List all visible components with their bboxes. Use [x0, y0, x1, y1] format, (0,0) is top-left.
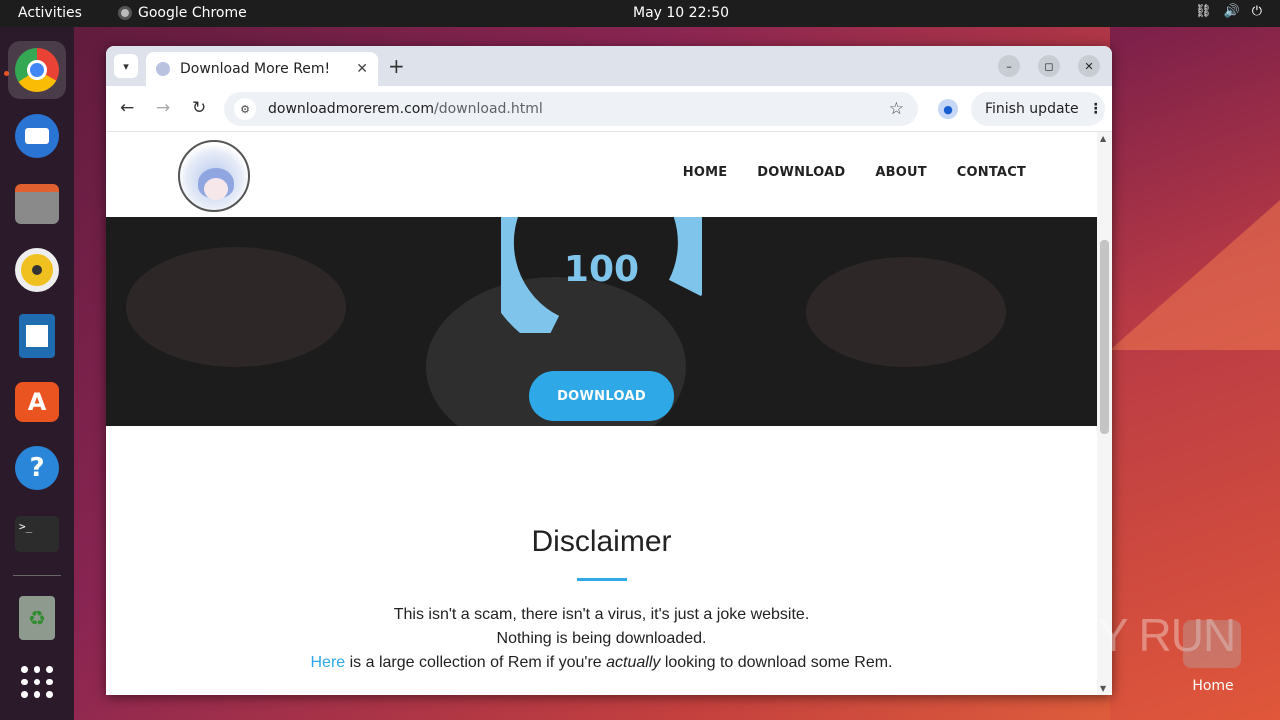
nav-contact[interactable]: CONTACT — [957, 165, 1026, 180]
site-header: HOME DOWNLOAD ABOUT CONTACT — [106, 132, 1097, 217]
forward-button[interactable]: → — [156, 98, 170, 118]
terminal-icon: >_ — [15, 516, 59, 552]
app-menu[interactable]: Google Chrome — [118, 5, 247, 21]
home-folder-label[interactable]: Home — [1184, 678, 1242, 694]
title-underline — [577, 578, 627, 581]
nav-download[interactable]: DOWNLOAD — [757, 165, 845, 180]
disclaimer-text-a: is a large collection of Rem if you're — [345, 654, 607, 671]
disclaimer-text: This isn't a scam, there isn't a virus, … — [106, 603, 1097, 675]
nav-about[interactable]: ABOUT — [875, 165, 926, 180]
gauge-value: 100 — [563, 249, 640, 290]
close-window-button[interactable]: ✕ — [1078, 55, 1100, 77]
dock-show-apps[interactable] — [8, 653, 66, 711]
help-icon: ? — [15, 446, 59, 490]
disclaimer-line: Here is a large collection of Rem if you… — [106, 651, 1097, 675]
finish-update-label: Finish update — [985, 101, 1079, 117]
thunderbird-icon — [15, 114, 59, 158]
dock-rhythmbox[interactable] — [8, 241, 66, 299]
app-name: Google Chrome — [138, 5, 247, 21]
wallpaper-shape — [1110, 200, 1280, 350]
minimize-button[interactable]: – — [998, 55, 1020, 77]
back-button[interactable]: ← — [120, 98, 134, 118]
kebab-menu-icon: ⋮ — [1088, 101, 1103, 117]
close-icon: ✕ — [1084, 59, 1094, 73]
dock-trash[interactable]: ♻ — [8, 589, 66, 647]
tab-active[interactable]: Download More Rem! ✕ — [146, 52, 378, 86]
disclaimer-line: This isn't a scam, there isn't a virus, … — [393, 606, 810, 623]
dock-terminal[interactable]: >_ — [8, 505, 66, 563]
rhythmbox-icon — [15, 248, 59, 292]
reload-button[interactable]: ↻ — [192, 98, 206, 118]
dock-files[interactable] — [8, 175, 66, 233]
files-icon — [15, 184, 59, 224]
clock[interactable]: May 10 22:50 — [633, 5, 729, 21]
dock-thunderbird[interactable] — [8, 107, 66, 165]
download-button[interactable]: DOWNLOAD — [529, 371, 674, 421]
profile-avatar-icon[interactable]: ● — [938, 99, 958, 119]
top-bar: Activities Google Chrome May 10 22:50 ⛓ … — [0, 0, 1280, 27]
volume-icon: 🔊 — [1223, 4, 1240, 19]
bookmark-star-icon[interactable]: ☆ — [889, 99, 904, 119]
close-tab-icon[interactable]: ✕ — [356, 61, 368, 77]
power-icon: ⏻ — [1251, 4, 1262, 19]
dock-separator — [13, 575, 61, 576]
tab-title: Download More Rem! — [180, 61, 331, 77]
disclaimer-title: Disclaimer — [531, 525, 672, 558]
disclaimer-emphasis: actually — [606, 654, 661, 671]
site-logo[interactable] — [178, 140, 250, 212]
new-tab-button[interactable]: + — [388, 54, 405, 78]
scrollbar-thumb[interactable] — [1100, 240, 1109, 434]
here-link[interactable]: Here — [310, 654, 345, 671]
dock-chrome[interactable] — [8, 41, 66, 99]
arrow-left-icon: ← — [120, 98, 135, 118]
tab-strip: ▾ Download More Rem! ✕ + – ◻ ✕ — [106, 46, 1112, 86]
site-info-icon[interactable]: ⚙ — [234, 98, 256, 120]
url-host: downloadmorerem.com — [268, 101, 435, 117]
dock-writer[interactable] — [8, 307, 66, 365]
favicon-icon — [156, 62, 170, 76]
url-path: /download.html — [434, 101, 543, 117]
writer-icon — [19, 314, 55, 358]
maximize-icon: ◻ — [1044, 59, 1054, 73]
nav-home[interactable]: HOME — [683, 165, 728, 180]
reload-icon: ↻ — [192, 98, 207, 118]
scroll-up-icon[interactable]: ▲ — [1100, 134, 1106, 143]
home-folder-icon[interactable] — [1183, 620, 1241, 668]
disclaimer-line: Nothing is being downloaded. — [496, 630, 707, 647]
finish-update-button[interactable]: Finish update ⋮ — [971, 92, 1105, 126]
browser-window: ▾ Download More Rem! ✕ + – ◻ ✕ ← → ↻ ⚙ d… — [106, 46, 1112, 695]
trash-icon: ♻ — [19, 596, 55, 640]
site-nav: HOME DOWNLOAD ABOUT CONTACT — [683, 165, 1026, 180]
bg-shape — [806, 257, 1006, 367]
logo-face — [204, 178, 228, 200]
activities-button[interactable]: Activities — [18, 5, 82, 21]
tab-search-button[interactable]: ▾ — [114, 54, 138, 78]
chrome-app-icon — [118, 6, 132, 20]
hero-section: 100 DOWNLOAD — [106, 217, 1097, 426]
app-center-icon: A — [15, 382, 59, 422]
grid-icon — [21, 666, 53, 698]
web-page: HOME DOWNLOAD ABOUT CONTACT 100 DOWNLOAD… — [106, 132, 1097, 695]
arrow-right-icon: → — [156, 98, 171, 118]
dock: A ? >_ ♻ — [0, 27, 74, 720]
system-tray[interactable]: ⛓ 🔊 ⏻ — [1195, 4, 1262, 19]
chevron-down-icon: ▾ — [123, 59, 129, 73]
dock-help[interactable]: ? — [8, 439, 66, 497]
minimize-icon: – — [1006, 59, 1012, 73]
scroll-down-icon[interactable]: ▼ — [1100, 684, 1106, 693]
browser-toolbar: ← → ↻ ⚙ downloadmorerem.com/download.htm… — [106, 86, 1112, 132]
disclaimer-text-b: looking to download some Rem. — [660, 654, 893, 671]
chrome-icon — [15, 48, 59, 92]
network-icon: ⛓ — [1195, 4, 1212, 19]
address-bar[interactable]: ⚙ downloadmorerem.com/download.html ☆ — [224, 92, 918, 126]
dock-app-center[interactable]: A — [8, 373, 66, 431]
bg-shape — [126, 247, 346, 367]
maximize-button[interactable]: ◻ — [1038, 55, 1060, 77]
